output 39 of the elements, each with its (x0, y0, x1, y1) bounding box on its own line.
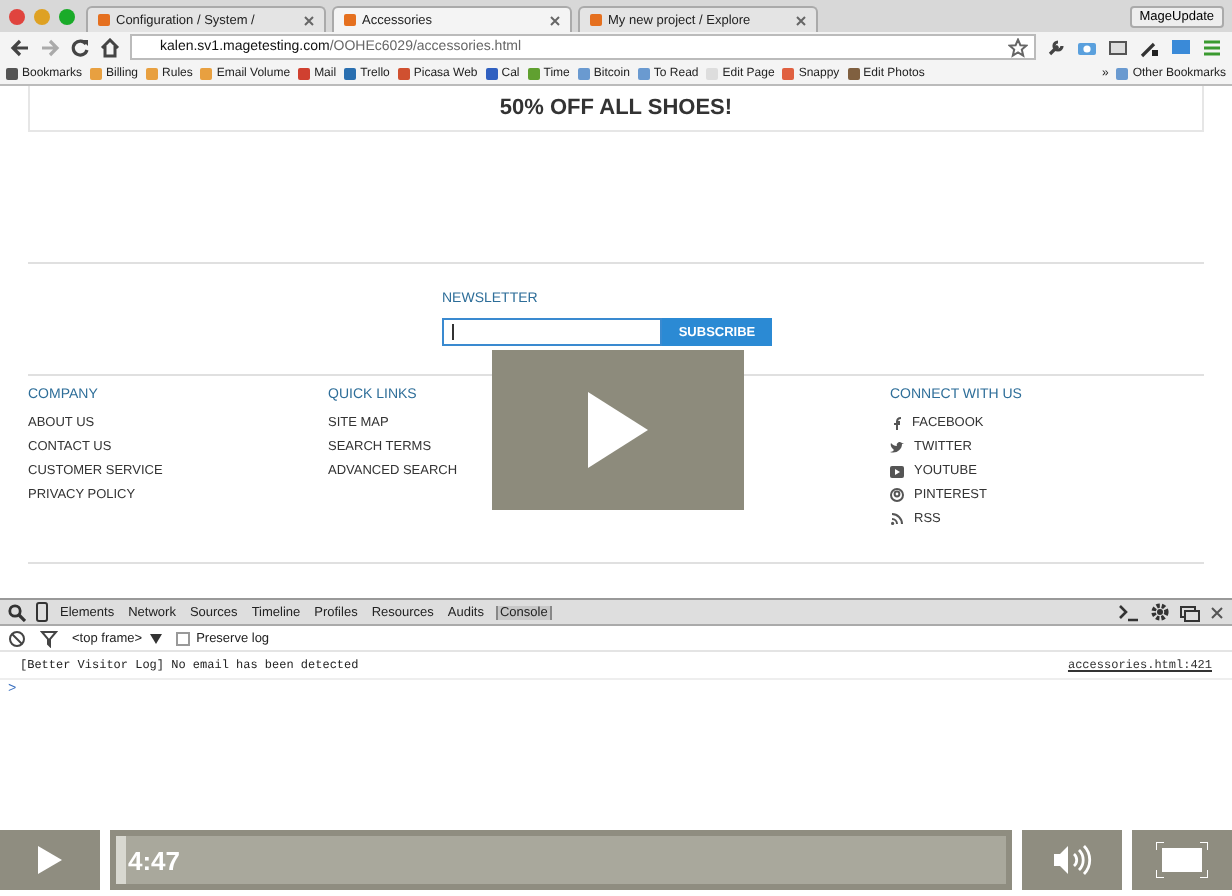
banner-text: 50% OFF ALL SHOES! (499, 96, 733, 120)
caret-icon (150, 633, 163, 643)
facebook-icon (890, 416, 902, 430)
play-overlay[interactable] (492, 350, 744, 510)
close-icon (796, 15, 806, 25)
fullscreen-button[interactable] (1132, 830, 1232, 890)
play-button[interactable] (0, 830, 100, 890)
filter-icon[interactable] (40, 629, 58, 647)
volume-icon (1052, 844, 1092, 876)
settings-icon[interactable] (1150, 602, 1170, 622)
pin-circle-icon (890, 488, 904, 502)
play-icon (38, 846, 62, 874)
back-icon[interactable] (10, 37, 30, 57)
search-icon[interactable] (8, 603, 26, 621)
bird-icon (890, 441, 904, 453)
close-icon (550, 15, 560, 25)
home-icon[interactable] (100, 37, 120, 57)
eyedropper-icon[interactable] (1140, 37, 1160, 57)
camera-icon[interactable] (1076, 37, 1098, 57)
screen-icon[interactable] (1170, 37, 1192, 57)
clear-icon[interactable] (8, 629, 26, 647)
close-icon[interactable] (1210, 605, 1224, 619)
time-label: 4:47 (128, 845, 181, 875)
reload-icon[interactable] (70, 37, 90, 57)
extension-icon[interactable] (1108, 37, 1130, 57)
volume-button[interactable] (1022, 830, 1122, 890)
menu-icon[interactable] (1202, 37, 1222, 57)
play-icon (588, 392, 648, 468)
window-buttons-icon[interactable] (8, 7, 80, 25)
fullscreen-icon (1156, 842, 1208, 878)
phone-icon[interactable] (36, 602, 48, 622)
dock-icon[interactable] (1180, 603, 1200, 621)
close-icon (304, 15, 314, 25)
wrench-icon[interactable] (1046, 37, 1066, 57)
terminal-icon[interactable] (1118, 603, 1140, 621)
star-icon (1008, 37, 1028, 57)
email-field[interactable] (442, 318, 662, 346)
rss-icon (890, 512, 904, 526)
video-icon (890, 465, 904, 477)
